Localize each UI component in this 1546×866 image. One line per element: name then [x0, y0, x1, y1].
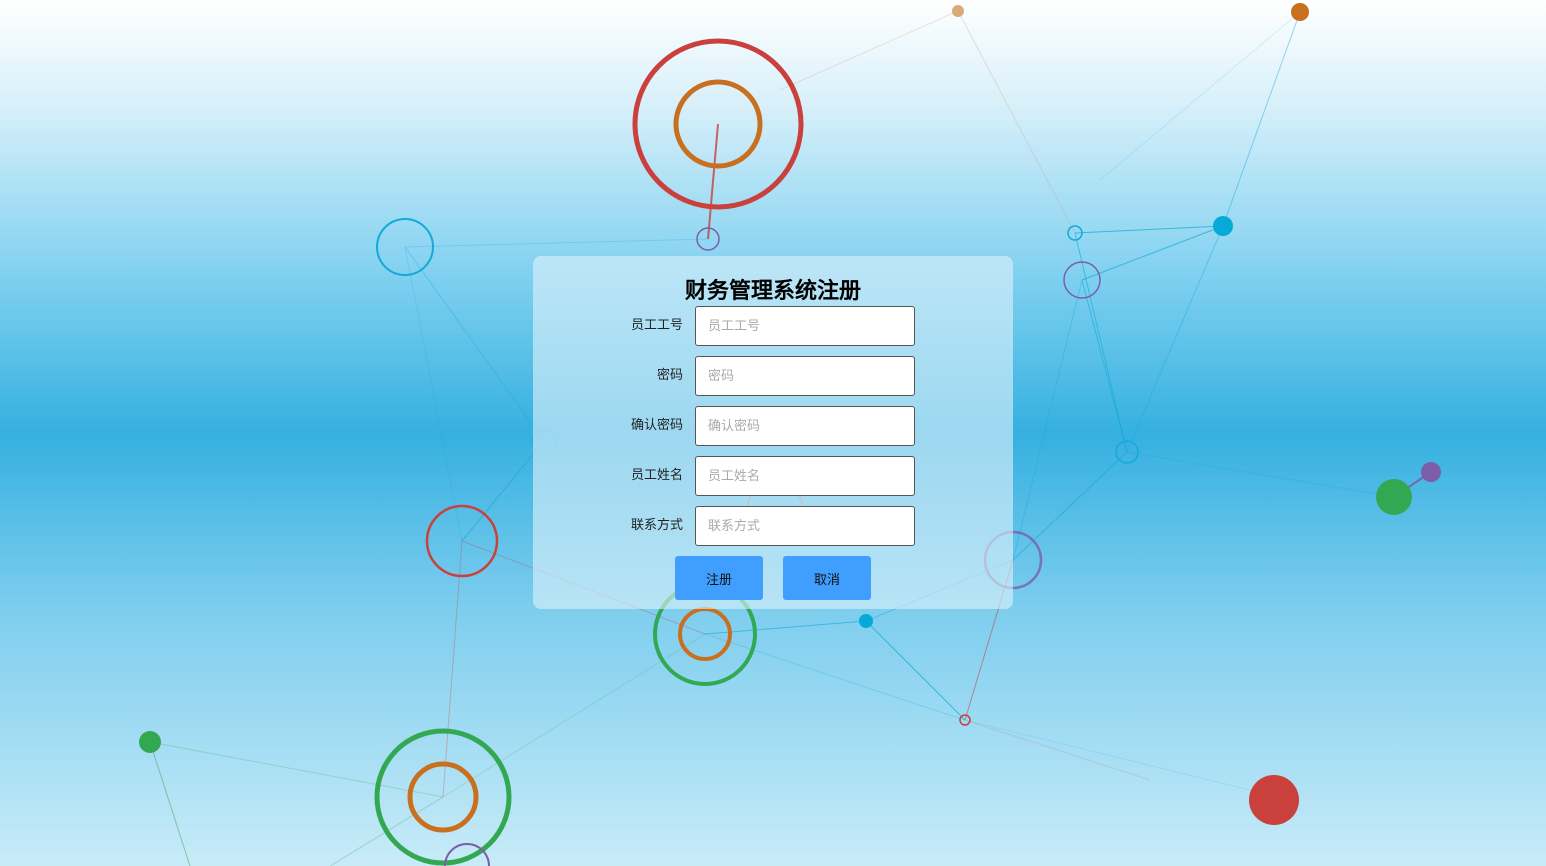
- password-input[interactable]: [695, 356, 915, 396]
- confirm-password-label: 确认密码: [630, 418, 683, 433]
- contact-row: 联系方式: [533, 506, 1013, 546]
- register-button[interactable]: 注册: [675, 556, 763, 600]
- employee-name-label: 员工姓名: [630, 468, 683, 483]
- dot-green-left: [139, 731, 161, 753]
- dot-red-bottom-right: [1249, 775, 1299, 825]
- employee-id-input[interactable]: [695, 306, 915, 346]
- page-background: 财务管理系统注册 员工工号 密码 确认密码 员工姓名 联系方式 注册 取消: [0, 0, 1546, 866]
- dot-blue-mid: [859, 614, 873, 628]
- password-label: 密码: [656, 368, 683, 383]
- employee-name-input[interactable]: [695, 456, 915, 496]
- employee-id-row: 员工工号: [533, 306, 1013, 346]
- contact-input[interactable]: [695, 506, 915, 546]
- confirm-password-row: 确认密码: [533, 406, 1013, 446]
- dot-green-right: [1376, 479, 1412, 515]
- dot-purple-right: [1421, 462, 1441, 482]
- employee-id-label: 员工工号: [630, 318, 683, 333]
- dot-blue-right: [1213, 216, 1233, 236]
- page-title: 财务管理系统注册: [684, 279, 861, 304]
- confirm-password-input[interactable]: [695, 406, 915, 446]
- password-row: 密码: [533, 356, 1013, 396]
- dot-tan: [952, 5, 964, 17]
- register-panel: 财务管理系统注册 员工工号 密码 确认密码 员工姓名 联系方式 注册 取消: [533, 256, 1013, 609]
- dot-orange-top: [1291, 3, 1309, 21]
- cancel-button[interactable]: 取消: [783, 556, 871, 600]
- contact-label: 联系方式: [630, 518, 683, 533]
- employee-name-row: 员工姓名: [533, 456, 1013, 496]
